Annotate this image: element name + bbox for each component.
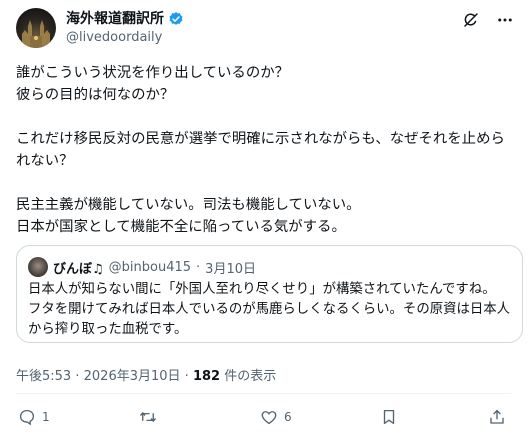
tweet-meta: 午後5:53 · 2026年3月10日 · 182 件の表示 [16,365,276,384]
more-icon[interactable] [495,10,515,30]
bookmark-button[interactable] [380,408,398,426]
quoted-date[interactable]: 3月10日 [205,258,256,277]
quoted-author-avatar[interactable] [28,257,48,277]
quoted-author-name[interactable]: びんぼ♫ [53,258,104,277]
author-name-row[interactable]: 海外報道翻訳所 [66,10,184,28]
heart-icon [261,411,277,425]
tweet-date[interactable]: 2026年3月10日 [84,369,181,384]
quoted-tweet[interactable]: びんぼ♫ @binbou415 · 3月10日 日本人が知らない間に「外国人至れ… [16,245,523,343]
view-count: 182 [192,369,221,384]
tweet-time[interactable]: 午後5:53 [16,369,71,384]
author-name[interactable]: 海外報道翻訳所 [66,10,164,28]
meta-separator: · [75,369,80,384]
cathedral-image [22,20,50,48]
action-bar: 1 6 [0,404,527,432]
retweet-button[interactable] [138,408,164,426]
view-count-label: 件の表示 [224,369,277,384]
reply-icon [19,409,35,426]
reply-count: 1 [42,410,50,424]
like-count: 6 [284,410,292,424]
bookmark-icon [383,409,395,425]
quoted-author-handle[interactable]: @binbou415 [109,260,191,275]
author-handle[interactable]: @livedoordaily [66,30,162,46]
verified-badge-icon [169,12,183,25]
like-button[interactable]: 6 [260,408,292,426]
share-button[interactable] [488,408,506,426]
divider [16,393,511,394]
reply-button[interactable]: 1 [18,408,50,426]
meta-separator-2: · [184,369,189,384]
grok-icon[interactable] [461,10,481,30]
top-actions [461,10,515,30]
author-avatar[interactable] [16,8,56,48]
share-icon [490,409,504,424]
tweet-text: 誰がこういう状況を作り出しているのか？ 彼らの目的は何なのか？ これだけ移民反対… [16,65,505,235]
quoted-tweet-header: びんぼ♫ @binbou415 · 3月10日 [28,257,256,277]
quoted-separator: · [196,259,201,275]
retweet-icon [139,411,157,423]
quoted-tweet-text: 日本人が知らない間に「外国人至れり尽くせり」が構築されていたんですね。 フタを開… [28,282,511,337]
